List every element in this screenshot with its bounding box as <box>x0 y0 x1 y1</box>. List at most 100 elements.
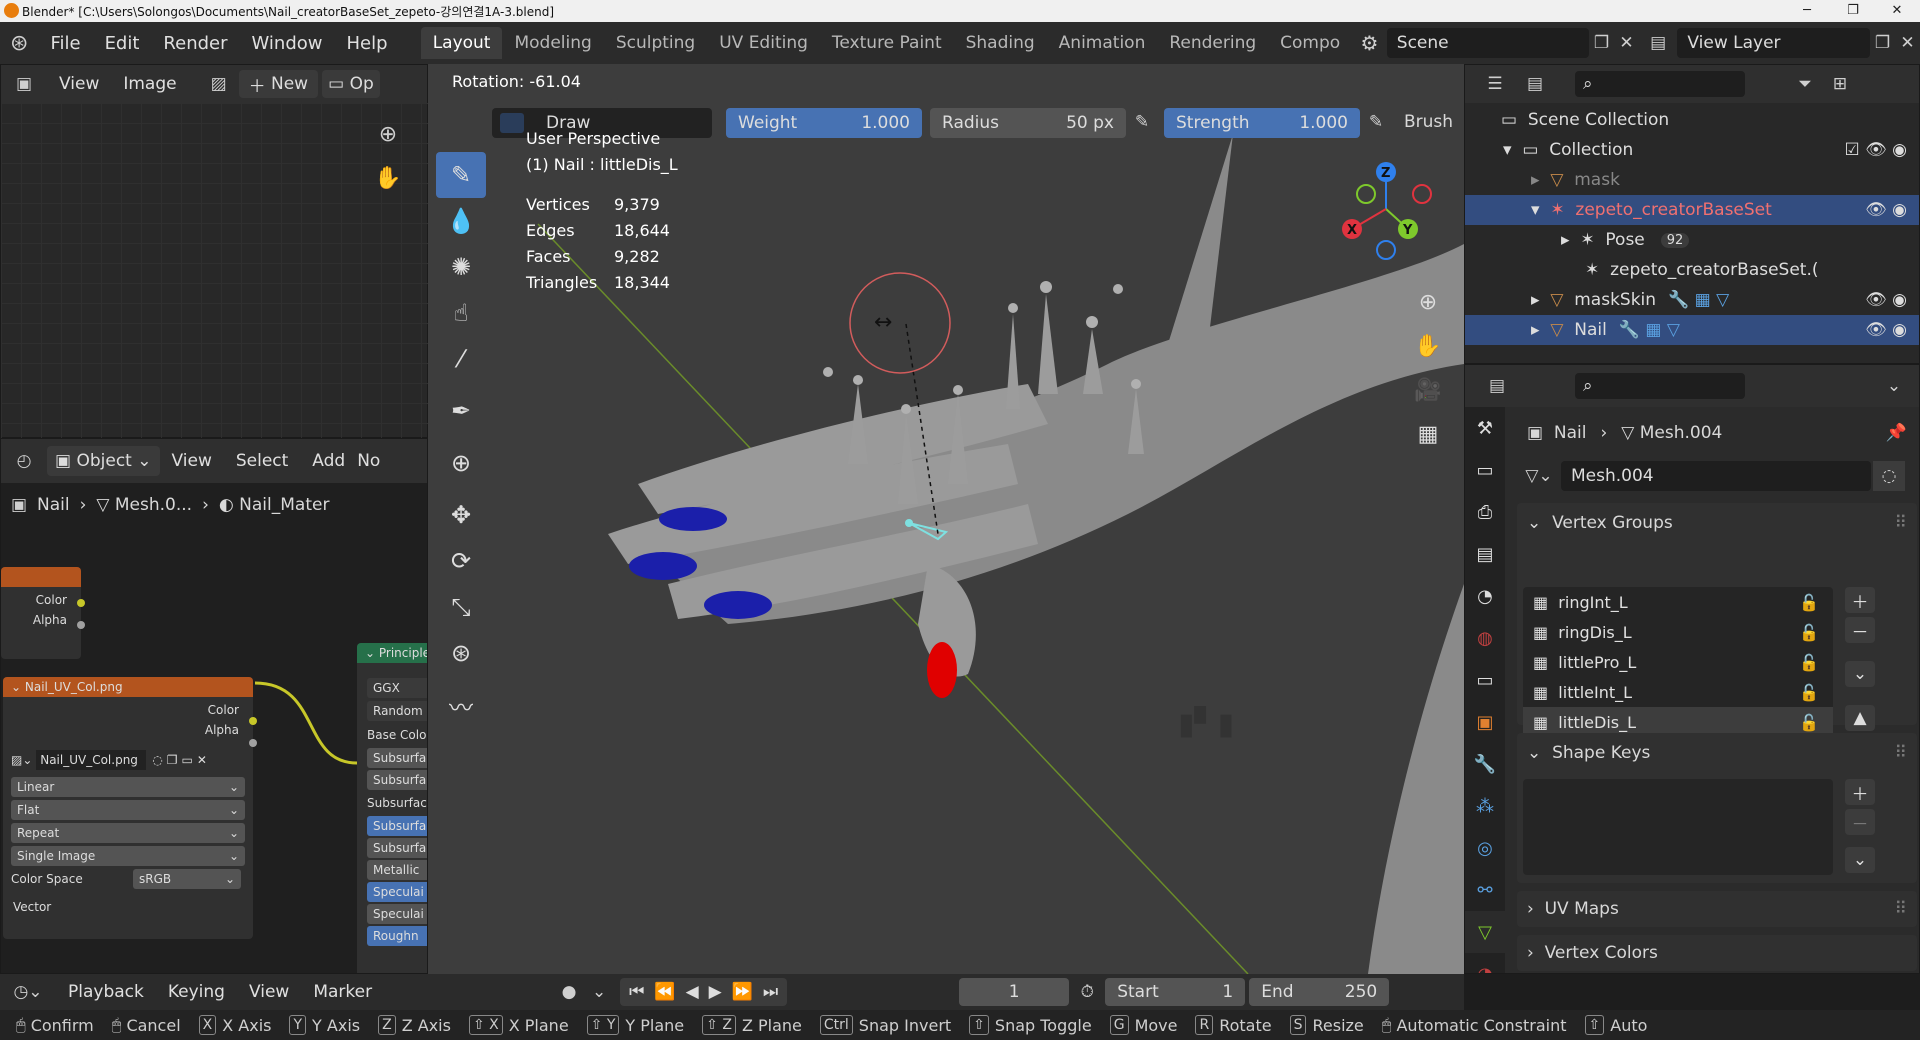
menu-render[interactable]: Render <box>151 33 239 54</box>
menu-edit[interactable]: Edit <box>93 33 152 54</box>
view-layer-selector[interactable]: View Layer <box>1677 28 1871 58</box>
end-frame-field[interactable]: End 250 <box>1249 978 1390 1006</box>
pressure-pen-icon[interactable]: ✎ <box>1364 112 1388 132</box>
keyframe-dropdown-icon[interactable]: ⌄ <box>584 982 614 1002</box>
list-item[interactable]: ▦ ringDis_L 🔓 <box>1523 617 1833 647</box>
tab-compositing[interactable]: Compo <box>1268 27 1352 59</box>
smear-tool-icon[interactable]: ☝ <box>436 290 486 336</box>
sample-weight-icon[interactable]: ✒ <box>436 388 486 434</box>
start-frame-field[interactable]: Start 1 <box>1105 978 1246 1006</box>
list-item[interactable]: ▦ littleInt_L 🔓 <box>1523 677 1833 707</box>
minimize-button[interactable]: ─ <box>1784 0 1830 22</box>
list-item[interactable]: ▦ ringInt_L 🔓 <box>1523 587 1833 617</box>
remove-shape-key-button[interactable]: － <box>1845 809 1875 835</box>
tab-rendering[interactable]: Rendering <box>1157 27 1268 59</box>
menu-view[interactable]: View <box>47 74 111 94</box>
display-mode-icon[interactable]: ▤ <box>1515 74 1555 94</box>
average-tool-icon[interactable]: ✺ <box>436 244 486 290</box>
mesh-name-field[interactable]: Mesh.004 <box>1561 461 1871 491</box>
drag-handle-icon[interactable]: ⠿ <box>1895 513 1907 533</box>
image-canvas[interactable] <box>1 103 429 439</box>
remove-vertex-group-button[interactable]: － <box>1845 617 1875 643</box>
shape-key-specials-button[interactable]: ⌄ <box>1845 847 1875 873</box>
physics-tab-icon[interactable]: ◎ <box>1465 827 1505 869</box>
menu-file[interactable]: File <box>38 33 92 54</box>
collection-tab-icon[interactable]: ▭ <box>1465 659 1505 701</box>
shape-keys-header[interactable]: ⌄ Shape Keys ⠿ <box>1517 733 1917 773</box>
view-layer-tab-icon[interactable]: ▤ <box>1465 533 1505 575</box>
new-image-button[interactable]: ＋ New <box>238 70 319 98</box>
material-tab-icon[interactable]: ◕ <box>1465 953 1505 974</box>
outliner-row-mask[interactable]: ▸ ▽ mask <box>1465 165 1919 195</box>
scene-tab-icon[interactable]: ◔ <box>1465 575 1505 617</box>
shape-key-list[interactable] <box>1523 779 1833 875</box>
tab-sculpting[interactable]: Sculpting <box>604 27 707 59</box>
tab-modeling[interactable]: Modeling <box>502 27 603 59</box>
vertex-group-specials-button[interactable]: ⌄ <box>1845 661 1875 687</box>
weight-slider[interactable]: Weight 1.000 <box>726 108 922 138</box>
fake-user-icon[interactable]: ◌ <box>1873 461 1905 491</box>
tab-layout[interactable]: Layout <box>420 27 503 59</box>
jump-end-icon[interactable]: ⏭ <box>758 982 783 1002</box>
mesh-browse-icon[interactable]: ▽⌄ <box>1517 466 1561 486</box>
add-vertex-group-button[interactable]: ＋ <box>1845 587 1875 613</box>
scale-tool-icon[interactable]: ⤡ <box>436 584 486 630</box>
lock-icon[interactable]: 🔓 <box>1799 623 1819 642</box>
menu-image[interactable]: Image <box>111 74 188 94</box>
pan-hand-icon[interactable]: ✋ <box>1408 324 1448 368</box>
new-collection-icon[interactable]: ⊞ <box>1825 74 1855 94</box>
gizmo-neg-y[interactable] <box>1356 184 1376 204</box>
constraints-tab-icon[interactable]: ⚯ <box>1465 869 1505 911</box>
vertex-colors-panel[interactable]: › Vertex Colors <box>1517 935 1917 971</box>
playback-controls[interactable]: ⏮ ⏪ ◀ ▶ ⏩ ⏭ <box>620 978 788 1006</box>
delete-view-layer-icon[interactable]: ✕ <box>1895 33 1920 53</box>
outliner-search-input[interactable]: ⌕ <box>1575 71 1745 97</box>
outliner-row-scene-collection[interactable]: ▭ Scene Collection <box>1465 105 1919 135</box>
tab-animation[interactable]: Animation <box>1047 27 1158 59</box>
outliner-row-armature-data[interactable]: ✶ zepeto_creatorBaseSet.( <box>1465 255 1919 285</box>
perspective-grid-icon[interactable]: ▦ <box>1408 412 1448 456</box>
rotate-tool-icon[interactable]: ⟳ <box>436 538 486 584</box>
scene-selector[interactable]: Scene <box>1386 28 1589 58</box>
outliner-row-maskskin[interactable]: ▸ ▽ maskSkin 🔧 ▦ ▽ 👁 ◉ <box>1465 285 1919 315</box>
editor-type-icon[interactable]: ◷⌄ <box>0 982 56 1002</box>
annotate-tool-icon[interactable]: 〰 <box>436 682 486 728</box>
view-layer-icon[interactable]: ▤ <box>1639 33 1677 53</box>
blender-menu-icon[interactable]: ⊛ <box>0 31 38 56</box>
visibility-icons[interactable]: 👁 ◉ <box>1865 290 1907 310</box>
visibility-icons[interactable]: ☑ 👁 ◉ <box>1845 140 1907 160</box>
data-tab-icon[interactable]: ▽ <box>1465 911 1505 953</box>
tab-shading[interactable]: Shading <box>954 27 1047 59</box>
menu-playback[interactable]: Playback <box>56 982 156 1002</box>
brush-menu[interactable]: Brush <box>1404 112 1453 132</box>
delete-scene-icon[interactable]: ✕ <box>1614 33 1639 53</box>
outliner-row-collection[interactable]: ▾ ▭ Collection ☑ 👁 ◉ <box>1465 135 1919 165</box>
tab-texture-paint[interactable]: Texture Paint <box>820 27 954 59</box>
lock-icon[interactable]: 🔓 <box>1799 713 1819 732</box>
play-reverse-icon[interactable]: ◀ <box>681 982 704 1002</box>
image-browse-icon[interactable]: ▨ <box>199 74 239 94</box>
stopwatch-icon[interactable]: ⏱ <box>1069 982 1105 1002</box>
jump-start-icon[interactable]: ⏮ <box>624 982 649 1002</box>
editor-type-icon[interactable]: ▤ <box>1477 376 1517 396</box>
outliner-row-pose[interactable]: ▸ ✶ Pose 92 <box>1465 225 1919 255</box>
open-image-button[interactable]: ▭ Op <box>322 70 380 98</box>
pin-icon[interactable]: 📌 <box>1886 423 1907 443</box>
blur-tool-icon[interactable]: 💧 <box>436 198 486 244</box>
lock-icon[interactable]: 🔓 <box>1799 683 1819 702</box>
3d-viewport[interactable]: ↔ ▮▘▮ Rotation: -61.04 Draw Weight 1.000 … <box>428 64 1464 974</box>
play-icon[interactable]: ▶ <box>704 982 727 1002</box>
filter-icon[interactable]: ⏷ <box>1785 74 1825 94</box>
maximize-button[interactable]: ❐ <box>1830 0 1876 22</box>
move-tool-icon[interactable]: ✥ <box>436 492 486 538</box>
modifier-tab-icon[interactable]: 🔧 <box>1465 743 1505 785</box>
outliner-row-nail[interactable]: ▸ ▽ Nail 🔧 ▦ ▽ 👁 ◉ <box>1465 315 1919 345</box>
zoom-icon[interactable]: ⊕ <box>1408 280 1448 324</box>
cursor-tool-icon[interactable]: ⊕ <box>436 440 486 486</box>
list-item[interactable]: ▦ littlePro_L 🔓 <box>1523 647 1833 677</box>
next-keyframe-icon[interactable]: ⏩ <box>727 982 758 1002</box>
gizmo-neg-z[interactable] <box>1376 240 1396 260</box>
chevron-down-icon[interactable]: ⌄ <box>1879 376 1909 396</box>
visibility-icons[interactable]: 👁 ◉ <box>1865 200 1907 220</box>
camera-icon[interactable]: 🎥 <box>1408 368 1448 412</box>
